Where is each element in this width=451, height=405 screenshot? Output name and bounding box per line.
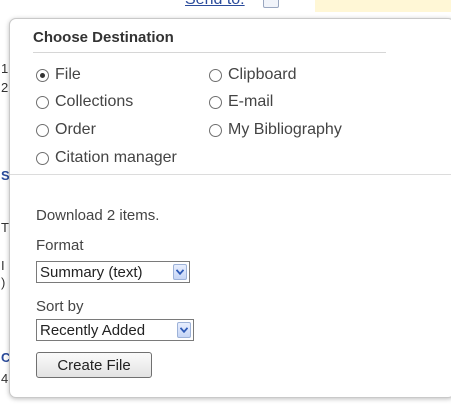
destination-label: E-mail	[228, 93, 274, 110]
radio-button[interactable]	[36, 68, 49, 82]
choose-destination-popup: Choose Destination File Clipboard Collec…	[9, 18, 451, 398]
format-select[interactable]: Summary (text)	[36, 261, 190, 283]
format-label: Format	[36, 237, 84, 254]
popup-heading: Choose Destination	[33, 29, 174, 46]
format-select-value: Summary (text)	[40, 263, 143, 281]
destination-label: My Bibliography	[228, 121, 342, 138]
destination-option-clipboard[interactable]: Clipboard	[209, 66, 296, 84]
destination-label: Order	[55, 121, 96, 138]
radio-button[interactable]	[36, 123, 49, 137]
destination-label: Collections	[55, 93, 134, 110]
radio-button[interactable]	[209, 68, 222, 82]
destination-label: Clipboard	[228, 66, 297, 83]
background-text: 1	[1, 61, 9, 76]
radio-button[interactable]	[209, 123, 222, 137]
heading-divider	[33, 52, 386, 53]
destination-option-collections[interactable]: Collections	[36, 93, 133, 111]
destination-option-citation-manager[interactable]: Citation manager	[36, 149, 177, 167]
download-count-text: Download 2 items.	[36, 207, 160, 224]
create-file-button[interactable]: Create File	[36, 352, 152, 378]
background-text: 2	[1, 80, 9, 95]
background-text: T	[1, 220, 9, 235]
radio-button[interactable]	[36, 95, 49, 109]
send-to-dropdown-button[interactable]	[263, 0, 279, 8]
destination-option-email[interactable]: E-mail	[209, 93, 273, 111]
destination-option-file[interactable]: File	[36, 66, 81, 84]
section-divider	[10, 174, 451, 175]
destination-label: Citation manager	[55, 149, 177, 166]
sort-by-label: Sort by	[36, 298, 84, 315]
notice-banner	[315, 0, 451, 12]
radio-button[interactable]	[36, 151, 49, 165]
destination-option-my-bibliography[interactable]: My Bibliography	[209, 121, 342, 139]
destination-option-order[interactable]: Order	[36, 121, 96, 139]
destination-label: File	[55, 66, 81, 83]
background-text: I	[1, 258, 5, 273]
chevron-down-icon[interactable]	[173, 264, 187, 280]
background-text: 4	[1, 371, 9, 386]
sort-by-select[interactable]: Recently Added	[36, 319, 194, 341]
sort-select-value: Recently Added	[40, 321, 146, 339]
send-to-link[interactable]: Send to:	[185, 0, 245, 9]
radio-button[interactable]	[209, 95, 222, 109]
chevron-down-icon[interactable]	[177, 322, 191, 338]
background-text: )	[1, 275, 6, 290]
